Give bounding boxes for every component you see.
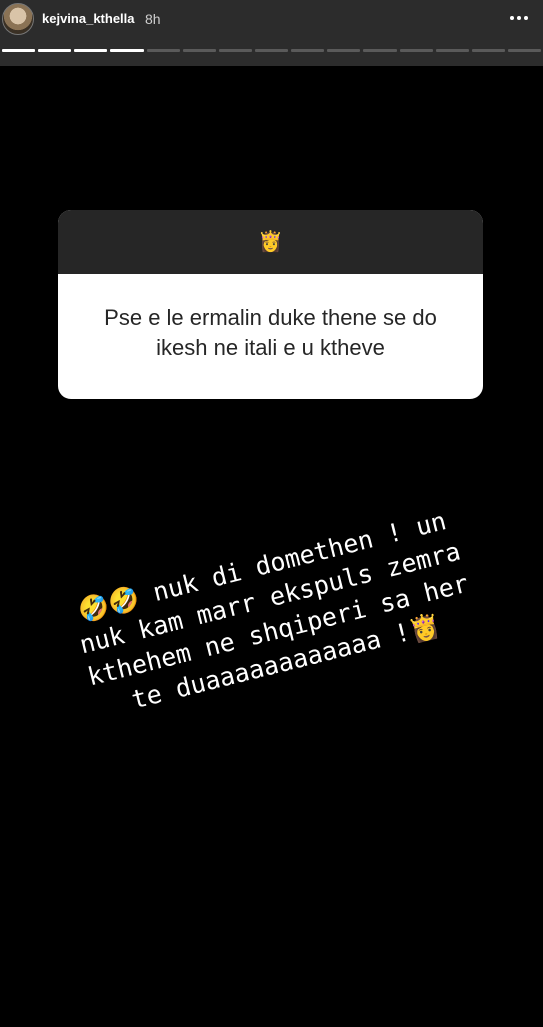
dot <box>517 16 521 20</box>
progress-segment <box>399 49 433 52</box>
progress-segment <box>218 49 252 52</box>
princess-emoji-icon: 👸 <box>258 231 283 253</box>
story-header: kejvina_kthella 8h <box>0 0 543 66</box>
timestamp: 8h <box>145 11 161 27</box>
progress-segment <box>2 49 36 52</box>
story-progress-bar <box>2 49 542 52</box>
progress-segment <box>254 49 289 52</box>
progress-segment <box>182 49 216 52</box>
question-sticker: 👸 Pse e le ermalin duke thene se do ikes… <box>58 210 483 399</box>
question-sticker-body: Pse e le ermalin duke thene se do ikesh … <box>58 274 483 399</box>
progress-segment <box>327 49 361 52</box>
progress-segment <box>363 49 397 52</box>
progress-segment <box>74 49 108 52</box>
progress-segment <box>471 49 505 52</box>
more-options-icon[interactable] <box>504 6 534 30</box>
progress-segment <box>435 49 469 52</box>
progress-segment <box>291 49 325 52</box>
question-text: Pse e le ermalin duke thene se do ikesh … <box>104 304 437 360</box>
avatar[interactable] <box>2 3 34 35</box>
progress-segment <box>38 49 72 52</box>
progress-segment <box>110 49 144 52</box>
dot <box>524 16 528 20</box>
dot <box>510 16 514 20</box>
username[interactable]: kejvina_kthella <box>42 11 135 26</box>
progress-segment <box>507 49 542 52</box>
progress-segment <box>146 49 180 52</box>
question-sticker-header: 👸 <box>58 210 483 274</box>
story-viewer[interactable]: kejvina_kthella 8h 👸 Pse e le ermalin du… <box>0 0 543 1027</box>
